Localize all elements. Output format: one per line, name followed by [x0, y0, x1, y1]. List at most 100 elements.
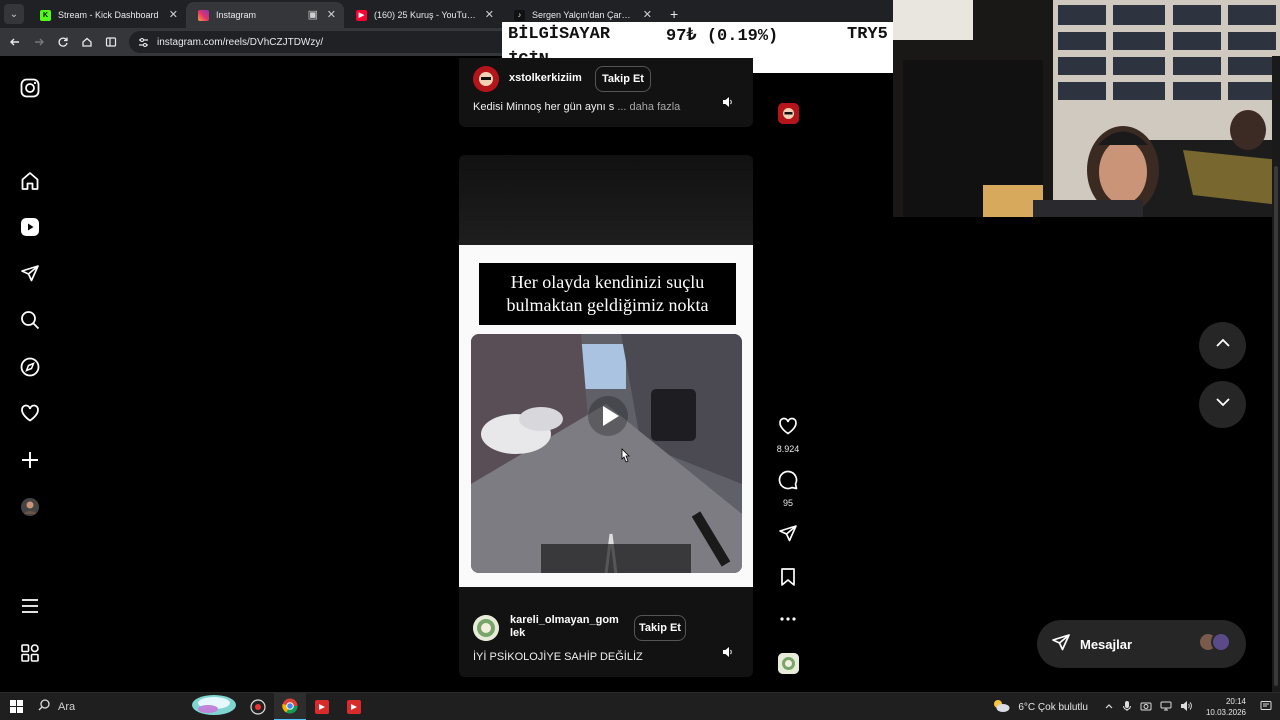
close-tab-icon[interactable]: ✕ — [485, 8, 494, 21]
notification-center-icon[interactable] — [1260, 700, 1272, 715]
reel-video-clip[interactable] — [471, 334, 742, 573]
messages-icon[interactable] — [19, 263, 41, 285]
new-tab-button[interactable]: + — [670, 6, 678, 22]
network-icon[interactable] — [1160, 700, 1172, 715]
prev-follow-button[interactable]: Takip Et — [595, 66, 651, 92]
close-tab-icon[interactable]: ✕ — [643, 8, 652, 21]
tab-kick-dashboard[interactable]: K Stream - Kick Dashboard ✕ — [28, 2, 186, 28]
tab-search-button[interactable]: ⌄ — [4, 4, 24, 24]
chevron-up-icon — [1214, 334, 1232, 357]
tab-instagram[interactable]: Instagram ▣ ✕ — [186, 2, 344, 28]
prev-audio-avatar[interactable] — [778, 103, 799, 124]
next-reel-button[interactable] — [1199, 381, 1246, 428]
taskbar-app-chrome[interactable] — [274, 692, 306, 720]
tab-youtube[interactable]: ▶ (160) 25 Kuruş - YouTube ✕ — [344, 2, 502, 28]
heart-icon[interactable] — [778, 416, 798, 441]
play-icon[interactable] — [588, 396, 628, 436]
mouse-cursor-icon — [619, 448, 631, 469]
speaker-icon[interactable] — [1180, 700, 1192, 715]
taskbar-clock[interactable]: 20:14 10.03.2026 — [1206, 696, 1246, 718]
message-avatar — [1211, 632, 1231, 652]
follow-button[interactable]: Takip Et — [634, 615, 686, 641]
prev-reel-avatar[interactable] — [473, 66, 499, 92]
reels-icon[interactable] — [19, 216, 41, 238]
system-tray: 6°C Çok bulutlu 20:14 10.03.2026 — [992, 693, 1280, 720]
prev-description-text: Kedisi Minnoş her gün aynı s — [473, 101, 615, 113]
site-settings-icon[interactable] — [137, 36, 149, 48]
search-highlight-icon — [190, 693, 238, 720]
prev-reel-username[interactable]: xstolkerkiziim — [509, 72, 582, 85]
reel-card[interactable]: Her olayda kendinizi suçlu bulmaktan gel… — [459, 155, 753, 677]
more-dots-icon[interactable] — [778, 611, 798, 632]
caption-line-2: bulmaktan geldiğimiz nokta — [506, 295, 709, 315]
webcam-overlay — [893, 0, 1280, 217]
back-arrow-icon[interactable] — [3, 30, 27, 54]
bookmark-icon[interactable] — [778, 567, 798, 592]
more-options-action[interactable] — [776, 611, 800, 632]
explore-icon[interactable] — [19, 356, 41, 378]
url-text: instagram.com/reels/DVhCZJTDWzy/ — [157, 36, 324, 48]
forward-arrow-icon[interactable] — [27, 30, 51, 54]
like-count: 8.924 — [776, 444, 800, 454]
taskbar-app-red-2[interactable] — [338, 693, 370, 720]
taskbar-search[interactable]: Ara — [32, 693, 242, 720]
instagram-icon — [198, 9, 209, 21]
create-plus-icon[interactable] — [19, 449, 41, 471]
reel-footer: kareli_olmayan_gom lek Takip Et İYİ PSİK… — [459, 587, 753, 677]
home-icon[interactable] — [19, 170, 41, 192]
camera-tray-icon[interactable] — [1140, 700, 1152, 715]
tab-label: Sergen Yalçın'dan Çarpıcı Açıkla — [532, 10, 634, 20]
tab-label: Stream - Kick Dashboard — [58, 10, 159, 20]
weather-icon[interactable] — [992, 699, 1010, 716]
volume-icon[interactable] — [721, 645, 735, 659]
reel-author-avatar[interactable] — [473, 615, 499, 641]
profile-avatar[interactable] — [19, 496, 41, 518]
comment-count: 95 — [782, 498, 793, 508]
caption-line-1: Her olayda kendinizi suçlu — [510, 272, 705, 292]
chevron-down-icon — [1214, 393, 1232, 416]
scrollbar-thumb[interactable] — [1274, 166, 1278, 686]
taskbar-app-red-1[interactable] — [306, 693, 338, 720]
volume-icon[interactable] — [721, 95, 735, 109]
share-icon[interactable] — [778, 524, 798, 549]
close-tab-icon[interactable]: ✕ — [169, 8, 178, 21]
direct-message-icon — [1051, 633, 1071, 656]
ticker-currency: TRY5 — [847, 25, 888, 44]
comment-icon[interactable] — [778, 470, 798, 495]
more-menu-icon[interactable] — [19, 595, 41, 617]
instagram-sidebar — [0, 56, 60, 692]
home-browser-icon[interactable] — [75, 30, 99, 54]
reload-icon[interactable] — [51, 30, 75, 54]
reel-author-username[interactable]: kareli_olmayan_gom lek — [510, 614, 619, 640]
reel-description: İYİ PSİKOLOJİYE SAHİP DEĞİLİZ — [473, 651, 643, 663]
close-tab-icon[interactable]: ✕ — [327, 8, 336, 21]
reel-video-area[interactable]: Her olayda kendinizi suçlu bulmaktan gel… — [459, 245, 753, 587]
side-panel-icon[interactable] — [99, 30, 123, 54]
username-line-2: lek — [510, 627, 526, 639]
also-from-meta-icon[interactable] — [19, 642, 41, 664]
screen: ⌄ K Stream - Kick Dashboard ✕ Instagram … — [0, 0, 1280, 720]
like-action[interactable]: 8.924 — [776, 416, 800, 454]
previous-reel-card[interactable]: xstolkerkiziim Takip Et Kedisi Minnoş he… — [459, 58, 753, 127]
audio-avatar[interactable] — [778, 653, 799, 674]
instagram-logo-icon[interactable] — [19, 77, 41, 99]
weather-text[interactable]: 6°C Çok bulutlu — [1018, 702, 1088, 713]
page-scrollbar[interactable] — [1272, 56, 1280, 692]
username-line-1: kareli_olmayan_gom — [510, 614, 619, 626]
taskbar-app-recorder[interactable] — [242, 693, 274, 720]
microphone-icon[interactable] — [1122, 700, 1132, 715]
messages-button[interactable]: Mesajlar — [1037, 620, 1246, 668]
prev-more-link[interactable]: ... daha fazla — [617, 101, 680, 113]
taskbar-search-label: Ara — [58, 700, 76, 713]
previous-reel-button[interactable] — [1199, 322, 1246, 369]
tray-overflow-chevron-icon[interactable] — [1104, 701, 1114, 714]
screen-cast-icon[interactable]: ▣ — [308, 8, 318, 21]
comment-action[interactable]: 95 — [776, 470, 800, 508]
notifications-heart-icon[interactable] — [19, 402, 41, 424]
reel-caption-overlay: Her olayda kendinizi suçlu bulmaktan gel… — [479, 263, 736, 325]
youtube-icon: ▶ — [356, 9, 367, 21]
share-action[interactable] — [776, 524, 800, 549]
windows-start-icon[interactable] — [0, 693, 32, 720]
search-icon[interactable] — [19, 309, 41, 331]
save-action[interactable] — [776, 567, 800, 592]
